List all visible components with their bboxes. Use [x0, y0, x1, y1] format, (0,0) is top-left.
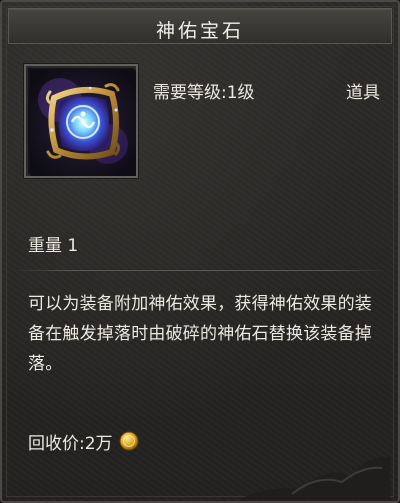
section-divider: [14, 270, 386, 271]
title-bar: 神佑宝石: [8, 8, 392, 44]
sell-price: 回收价:2万: [28, 433, 113, 454]
required-level: 需要等级:1级: [153, 83, 255, 103]
gold-coin-icon: [119, 431, 139, 451]
item-description: 可以为装备附加神佑效果，获得神佑效果的装备在触发掉落时由破碎的神佑石替换该装备掉…: [28, 294, 372, 374]
sell-price-row: 回收价:2万: [28, 430, 139, 454]
item-category: 道具: [346, 83, 380, 103]
item-name: 神佑宝石: [155, 20, 244, 42]
blessing-gem-icon: [30, 70, 136, 176]
item-icon-slot: [24, 64, 138, 178]
item-weight: 重量 1: [28, 236, 79, 256]
item-tooltip: 神佑宝石 需要等级:1级 道具 重量 1 可以为装备附加神佑效果，获得神佑效果的…: [0, 0, 400, 503]
corner-ornament: [242, 457, 390, 500]
